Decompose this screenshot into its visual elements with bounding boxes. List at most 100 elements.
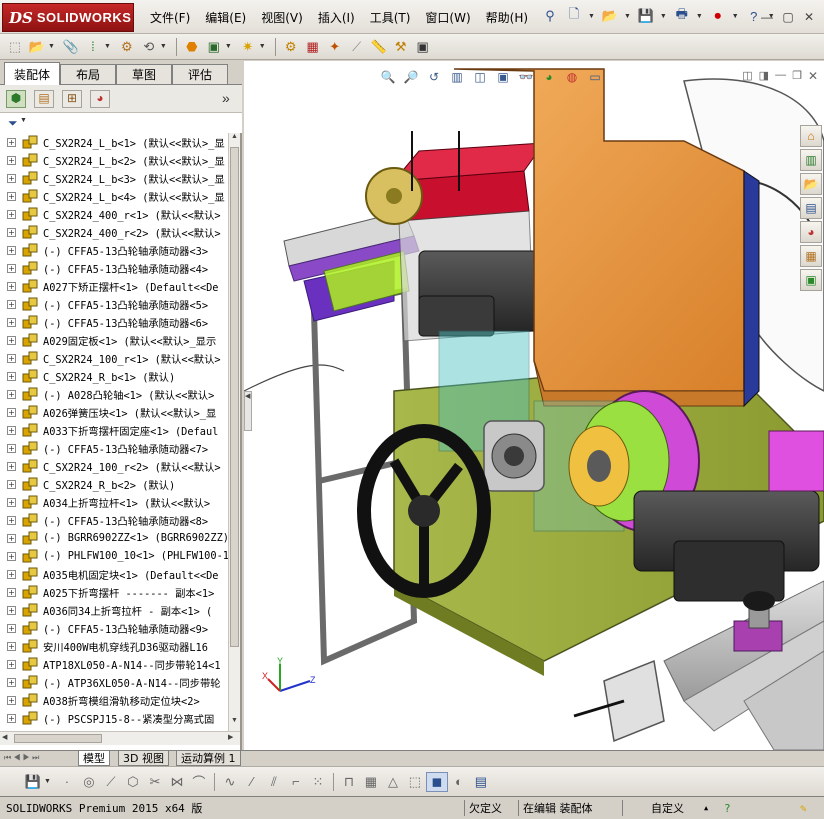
view-palette-icon[interactable]: ▤: [800, 197, 822, 219]
minimize-button[interactable]: —: [758, 9, 776, 25]
box-icon[interactable]: ⬚: [404, 772, 426, 792]
new-document-icon[interactable]: 🗋: [564, 6, 584, 26]
circle-icon[interactable]: ◎: [78, 772, 100, 792]
clearance-verification-icon[interactable]: ⚒: [390, 37, 412, 57]
tag-icon[interactable]: ✎: [800, 800, 807, 816]
fillet-icon[interactable]: ⌒: [188, 772, 210, 792]
tree-item[interactable]: + ATP18XL050-A-N14--同步带轮14<1: [0, 655, 228, 673]
expand-icon[interactable]: +: [7, 605, 16, 615]
expand-icon[interactable]: +: [7, 677, 16, 687]
expand-icon[interactable]: +: [7, 209, 16, 219]
expand-icon[interactable]: +: [7, 371, 16, 381]
new-motion-study-icon[interactable]: ⚙: [280, 37, 302, 57]
offset-icon[interactable]: ⁙: [307, 772, 329, 792]
custom-properties-icon[interactable]: ▦: [800, 245, 822, 267]
tab-evaluate[interactable]: 评估: [172, 64, 228, 84]
display-manager-icon[interactable]: ◕: [90, 90, 110, 108]
tree-item[interactable]: + (-) CFFA5-13凸轮轴承随动器<8>: [0, 511, 228, 529]
tab-sketch[interactable]: 草图: [116, 64, 172, 84]
forum-icon[interactable]: ▣: [800, 269, 822, 291]
open-folder-icon[interactable]: 📂: [600, 6, 620, 26]
tree-item[interactable]: + (-) ATP36XL050-A-N14--同步带轮: [0, 673, 228, 691]
bill-of-materials-icon[interactable]: ▦: [302, 37, 324, 57]
solidworks-logo[interactable]: DS SOLIDWORKS: [2, 3, 134, 32]
assembly-features-icon[interactable]: ▣: [203, 37, 225, 57]
file-explorer-icon[interactable]: 📂: [800, 173, 822, 195]
interference-detection-icon[interactable]: 📏: [368, 37, 390, 57]
chevron-down-icon[interactable]: ▼: [624, 13, 631, 20]
grid-icon[interactable]: ▦: [360, 772, 382, 792]
expand-icon[interactable]: +: [7, 659, 16, 669]
exploded-view-icon[interactable]: ✦: [324, 37, 346, 57]
design-library-icon[interactable]: ▥: [800, 149, 822, 171]
line-icon[interactable]: ⟋: [100, 772, 122, 792]
expand-icon[interactable]: +: [7, 245, 16, 255]
menu-file[interactable]: 文件(F): [150, 9, 190, 26]
tree-item[interactable]: + C_SX2R24_L_b<1> (默认<<默认>_显: [0, 133, 228, 151]
expand-icon[interactable]: +: [7, 155, 16, 165]
mirror-icon[interactable]: ⋈: [166, 772, 188, 792]
expand-icon[interactable]: +: [7, 299, 16, 309]
chevron-down-icon[interactable]: ▼: [588, 13, 595, 20]
save-icon[interactable]: 💾: [636, 6, 656, 26]
tree-item[interactable]: + A036同34上折弯拉杆 - 副本<1> (: [0, 601, 228, 619]
smart-fasteners-icon[interactable]: ⚙: [116, 37, 138, 57]
configuration-manager-icon[interactable]: ⊞: [62, 90, 82, 108]
expand-icon[interactable]: +: [7, 191, 16, 201]
table-icon[interactable]: ▤: [470, 772, 492, 792]
expand-icon[interactable]: +: [7, 497, 16, 507]
tree-item[interactable]: + A027下矫正摆杆<1> (Default<<De: [0, 277, 228, 295]
tree-item[interactable]: + (-) CFFA5-13凸轮轴承随动器<4>: [0, 259, 228, 277]
tree-item[interactable]: + A035电机固定块<1> (Default<<De: [0, 565, 228, 583]
minimize-doc-icon[interactable]: —: [775, 69, 786, 83]
chevron-down-icon[interactable]: ▼: [732, 13, 739, 20]
menu-window[interactable]: 窗口(W): [425, 9, 470, 26]
expand-icon[interactable]: +: [7, 461, 16, 471]
menu-tools[interactable]: 工具(T): [370, 9, 411, 26]
trim-icon[interactable]: ✂: [144, 772, 166, 792]
expand-icon[interactable]: +: [7, 173, 16, 183]
tree-item[interactable]: + A029固定板<1> (默认<<默认>_显示: [0, 331, 228, 349]
insert-component-icon[interactable]: 📂: [26, 37, 48, 57]
tree-item[interactable]: + C_SX2R24_400_r<1> (默认<<默认>: [0, 205, 228, 223]
tile-icon[interactable]: ◫: [742, 69, 752, 83]
vertical-scroll-thumb[interactable]: [230, 147, 239, 647]
expand-icon[interactable]: +: [7, 569, 16, 579]
zoom-to-fit-icon[interactable]: 🔍: [378, 67, 398, 87]
expand-icon[interactable]: +: [7, 533, 16, 543]
menu-insert[interactable]: 插入(I): [318, 9, 355, 26]
expand-icon[interactable]: +: [7, 587, 16, 597]
menu-edit[interactable]: 编辑(E): [205, 9, 246, 26]
instant3d-icon[interactable]: ▣: [412, 37, 434, 57]
tree-item[interactable]: + A025下折弯摆杆 ------- 副本<1>: [0, 583, 228, 601]
property-manager-icon[interactable]: ▤: [34, 90, 54, 108]
previous-view-icon[interactable]: ↺: [424, 67, 444, 87]
tree-item[interactable]: + (-) CFFA5-13凸轮轴承随动器<7>: [0, 439, 228, 457]
scroll-tabs-icon[interactable]: ⏮ ◀ ▶ ⏭: [4, 753, 39, 763]
expand-icon[interactable]: +: [7, 227, 16, 237]
hide-show-items-icon[interactable]: 👓: [516, 67, 536, 87]
tree-item[interactable]: + (-) A028凸轮轴<1> (默认<<默认>: [0, 385, 228, 403]
centerline-icon[interactable]: ⫽: [263, 772, 285, 792]
edit-appearance-icon[interactable]: ◕: [539, 67, 559, 87]
maximize-button[interactable]: ▢: [779, 9, 797, 25]
solidworks-resources-icon[interactable]: ⌂: [800, 125, 822, 147]
tab-layout[interactable]: 布局: [60, 64, 116, 84]
help-status-icon[interactable]: ?: [724, 800, 731, 816]
corner-rectangle-icon[interactable]: ⌐: [285, 772, 307, 792]
tree-vertical-scrollbar[interactable]: ▲ ▼: [228, 133, 240, 731]
pin-icon[interactable]: ⚲: [540, 6, 560, 26]
expand-icon[interactable]: +: [7, 425, 16, 435]
feature-manager-tree-icon[interactable]: ⬢: [6, 90, 26, 108]
move-component-icon[interactable]: ⟲: [138, 37, 160, 57]
tree-item[interactable]: + (-) PHLFW100_10<1> (PHLFW100-1: [0, 547, 228, 565]
tree-item[interactable]: + C_SX2R24_L_b<3> (默认<<默认>_显: [0, 169, 228, 187]
3d-sketch-icon[interactable]: △: [382, 772, 404, 792]
camera-icon[interactable]: ◐: [448, 772, 470, 792]
tree-item[interactable]: + 安川400W电机穿线孔D36驱动器L16: [0, 637, 228, 655]
chevron-up-icon[interactable]: ▲: [704, 800, 708, 816]
construction-line-icon[interactable]: ⁄: [241, 772, 263, 792]
close-button[interactable]: ✕: [800, 9, 818, 25]
expand-icon[interactable]: +: [7, 335, 16, 345]
tree-item[interactable]: + C_SX2R24_R_b<1> (默认): [0, 367, 228, 385]
